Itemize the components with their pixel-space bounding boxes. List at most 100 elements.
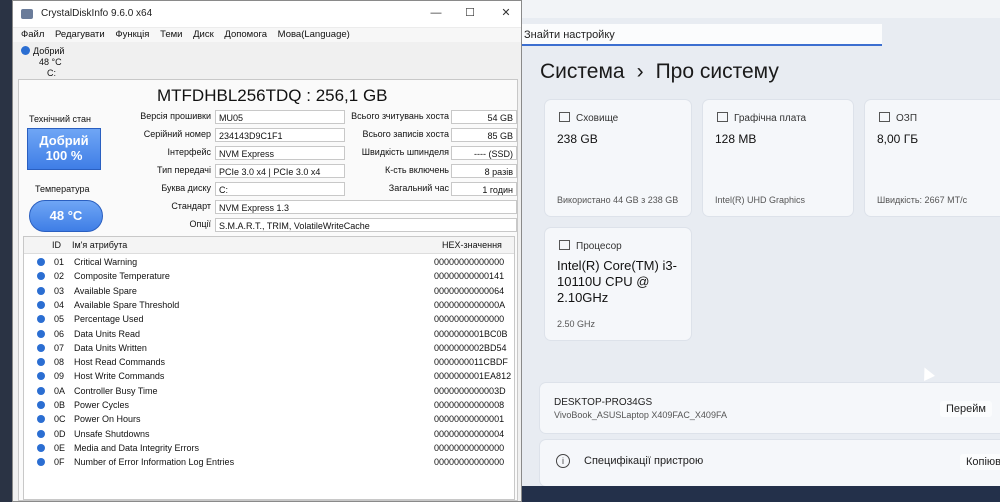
- transfer-mode-value: PCIe 3.0 x4 | PCIe 3.0 x4: [215, 164, 345, 178]
- taskbar: [520, 486, 1000, 502]
- header-raw[interactable]: HEX-значення: [442, 240, 502, 250]
- device-name-card: DESKTOP-PRO34GS VivoBook_ASUSLaptop X409…: [540, 383, 1000, 433]
- attribute-id: 0A: [54, 385, 66, 396]
- power-on-hours-key: Загальний час: [388, 183, 449, 193]
- rotation-rate-value: ---- (SSD): [451, 146, 517, 160]
- storage-tile[interactable]: Сховище 238 GB Використано 44 GB з 238 G…: [545, 100, 691, 216]
- menu-file[interactable]: Файл: [21, 28, 44, 42]
- processor-value: Intel(R) Core(TM) i3-10110U CPU @ 2.10GH…: [557, 258, 677, 305]
- maximize-icon[interactable]: ☐: [461, 5, 479, 21]
- table-row[interactable]: 0B Power Cycles 00000000000008: [24, 398, 514, 412]
- header-id[interactable]: ID: [52, 240, 61, 250]
- power-on-count-key: К-сть включень: [384, 165, 449, 175]
- table-row[interactable]: 0A Controller Busy Time 0000000000003D: [24, 384, 514, 398]
- breadcrumb-current: Про систему: [655, 60, 779, 83]
- device-specs-card[interactable]: i Специфікації пристрою Копіюв: [540, 440, 1000, 486]
- table-row[interactable]: 09 Host Write Commands 0000000001EA812: [24, 369, 514, 383]
- drive-name: MTFDHBL256TDQ : 256,1 GB: [157, 86, 388, 105]
- attribute-raw-value: 00000000000000: [434, 257, 505, 267]
- table-row[interactable]: 04 Available Spare Threshold 0000000000000…: [24, 298, 514, 312]
- attribute-id: 02: [54, 271, 65, 282]
- table-row[interactable]: 0F Number of Error Information Log Entrie…: [24, 455, 514, 469]
- ram-tile[interactable]: ОЗП 8,00 ГБ Швидкість: 2667 МТ/с: [865, 100, 1000, 216]
- drive-status-letter: C:: [47, 68, 56, 78]
- settings-title-strip: [520, 0, 1000, 18]
- crystaldiskinfo-window: CrystalDiskInfo 9.6.0 x64 — ☐ ✕ Файл Ред…: [12, 0, 522, 502]
- processor-tile[interactable]: Процесор Intel(R) Core(TM) i3-10110U CPU…: [545, 228, 691, 340]
- health-percent: 100 %: [45, 148, 83, 163]
- drive-selector[interactable]: Добрий 48 °C C:: [13, 42, 521, 80]
- attribute-id: 03: [54, 285, 65, 296]
- menu-theme[interactable]: Теми: [160, 28, 182, 42]
- host-writes-key: Всього записів хоста: [362, 129, 449, 139]
- menu-edit[interactable]: Редагувати: [55, 28, 105, 42]
- table-header: ID Ім'я атрибута HEX-значення: [24, 237, 514, 254]
- attribute-raw-value: 00000000000000: [434, 314, 505, 325]
- attribute-name: Number of Error Information Log Entries: [74, 457, 235, 468]
- attribute-name: Composite Temperature: [74, 271, 170, 282]
- header-name[interactable]: Ім'я атрибута: [72, 240, 127, 250]
- minimize-icon[interactable]: —: [427, 5, 445, 21]
- attribute-id: 04: [54, 299, 65, 310]
- host-reads-key: Всього зчитувань хоста: [351, 111, 449, 121]
- table-row[interactable]: 07 Data Units Written 0000000002BD54: [24, 341, 514, 355]
- menu-bar: Файл Редагувати Функція Теми Диск Допомо…: [13, 28, 521, 42]
- features-value: S.M.A.R.T., TRIM, VolatileWriteCache: [215, 218, 517, 232]
- app-icon: [21, 9, 33, 19]
- attribute-raw-value: 00000000000001: [434, 414, 505, 425]
- table-row[interactable]: 02 Composite Temperature 00000000000141: [24, 269, 514, 283]
- attribute-name: Percentage Used: [74, 314, 144, 325]
- attribute-raw-value: 00000000000141: [434, 271, 505, 282]
- processor-footer: 2.50 GHz: [557, 319, 596, 329]
- table-row[interactable]: 08 Host Read Commands 0000000011CBDF: [24, 355, 514, 369]
- attribute-raw-value: 0000000001BC0B: [434, 328, 508, 339]
- table-row[interactable]: 0D Unsafe Shutdowns 00000000000004: [24, 427, 514, 441]
- status-dot-icon: [37, 443, 45, 452]
- table-row[interactable]: 0E Media and Data Integrity Errors 0000000…: [24, 441, 514, 455]
- smart-attributes-table[interactable]: ID Ім'я атрибута HEX-значення 01 Critical…: [23, 236, 515, 500]
- attribute-raw-value: 00000000000008: [434, 400, 505, 410]
- table-row[interactable]: 03 Available Spare 00000000000064: [24, 284, 514, 298]
- temperature-badge[interactable]: 48 °C: [29, 200, 103, 232]
- attribute-id: 0E: [54, 442, 66, 453]
- drive-status-icon: [21, 46, 30, 55]
- standard-value: NVM Express 1.3: [215, 200, 517, 214]
- status-dot-icon: [37, 300, 45, 309]
- table-row[interactable]: 06 Data Units Read 0000000001BC0B: [24, 327, 514, 341]
- copy-button[interactable]: Копіюв: [960, 454, 1000, 470]
- transfer-mode-key: Тип передачі: [157, 165, 211, 175]
- device-specs-label: Специфікації пристрою: [584, 455, 704, 467]
- attribute-name: Host Read Commands: [74, 357, 166, 368]
- table-row[interactable]: 01 Critical Warning 00000000000000: [24, 255, 514, 269]
- status-dot-icon: [37, 415, 45, 424]
- close-icon[interactable]: ✕: [497, 5, 515, 21]
- serial-key: Серійний номер: [143, 129, 211, 139]
- host-writes-value: 85 GB: [451, 128, 517, 142]
- table-row[interactable]: 05 Percentage Used 00000000000000: [24, 312, 514, 326]
- attribute-id: 05: [54, 314, 65, 325]
- processor-icon: [559, 240, 570, 250]
- table-row[interactable]: 0C Power On Hours 00000000000001: [24, 412, 514, 426]
- menu-language[interactable]: Мова(Language): [278, 28, 350, 42]
- breadcrumb-system[interactable]: Система: [540, 60, 625, 83]
- attribute-raw-value: 00000000000064: [434, 285, 505, 296]
- title-bar[interactable]: CrystalDiskInfo 9.6.0 x64 — ☐ ✕: [13, 1, 521, 28]
- menu-help[interactable]: Допомога: [224, 28, 267, 42]
- drive-letter-key: Буква диску: [161, 183, 211, 193]
- status-dot-icon: [37, 429, 45, 438]
- attribute-id: 06: [54, 328, 65, 339]
- health-status-badge[interactable]: Добрий 100 %: [27, 128, 101, 170]
- status-dot-icon: [37, 458, 45, 467]
- rename-button[interactable]: Перейм: [940, 401, 992, 417]
- attribute-name: Available Spare Threshold: [74, 299, 180, 310]
- attribute-name: Media and Data Integrity Errors: [74, 442, 200, 453]
- attribute-id: 0D: [54, 428, 66, 439]
- window-title: CrystalDiskInfo 9.6.0 x64: [41, 8, 153, 19]
- status-dot-icon: [37, 401, 45, 409]
- graphics-tile[interactable]: Графічна плата 128 MB Intel(R) UHD Graph…: [703, 100, 853, 216]
- menu-disk[interactable]: Диск: [193, 28, 214, 42]
- attribute-raw-value: 00000000000000: [434, 457, 505, 468]
- menu-function[interactable]: Функція: [115, 28, 149, 42]
- settings-search-input[interactable]: Знайти настройку: [520, 24, 882, 46]
- device-model: VivoBook_ASUSLaptop X409FAC_X409FA: [554, 410, 727, 420]
